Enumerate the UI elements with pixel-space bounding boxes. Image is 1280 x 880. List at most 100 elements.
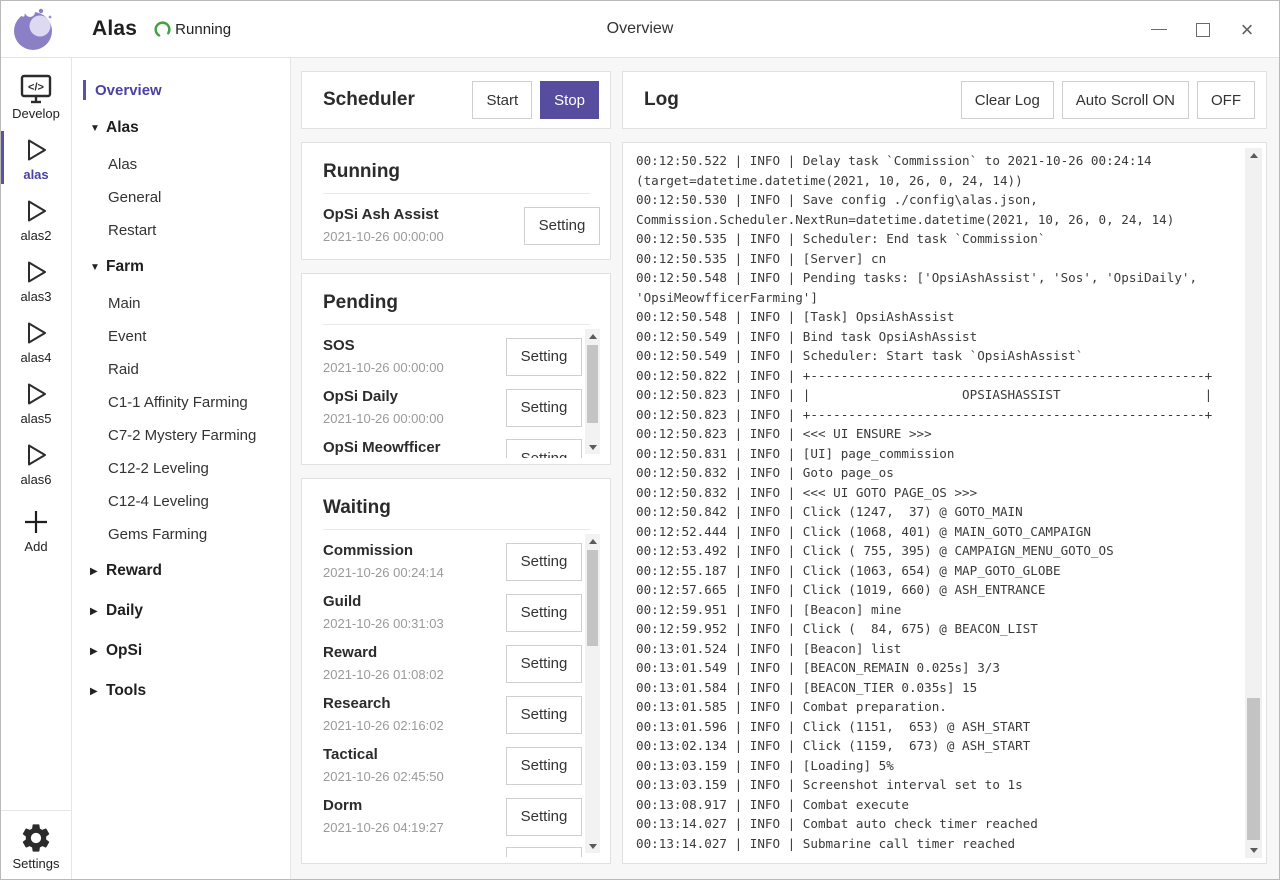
log-line: 00:12:59.952 | INFO | Click ( 84, 675) @… [636,619,1240,639]
pending-scrollbar[interactable] [585,329,600,454]
task-setting-button[interactable]: Setting [524,207,600,245]
sidebar-item-develop[interactable]: </> Develop [1,66,71,127]
sidebar-instance-alas2[interactable]: alas2 [1,188,71,249]
play-icon [20,317,52,349]
log-output[interactable]: 00:12:50.522 | INFO | Delay task `Commis… [622,142,1267,864]
nav-item-raid[interactable]: Raid [72,353,290,386]
task-name: Guild [323,592,498,612]
log-scrollbar[interactable] [1245,148,1262,858]
nav-item-main[interactable]: Main [72,287,290,320]
nav-item-overview[interactable]: Overview [72,80,290,100]
pending-list: SOS2021-10-26 00:00:00SettingOpSi Daily2… [323,325,600,458]
nav-item-alas[interactable]: Alas [72,148,290,181]
running-spinner-icon [153,20,172,39]
nav-item-restart[interactable]: Restart [72,214,290,247]
log-line: (target=datetime.datetime(2021, 10, 26, … [636,171,1240,191]
log-line: 00:12:50.530 | INFO | Save config ./conf… [636,190,1240,210]
nav-item-event[interactable]: Event [72,320,290,353]
task-info: Shop [323,856,506,857]
nav-groups: ▼AlasAlasGeneralRestart▼FarmMainEventRai… [72,108,290,711]
waiting-card: Waiting Commission2021-10-26 00:24:14Set… [301,478,611,864]
play-icon [20,378,52,410]
nav-group-label: Tools [106,682,146,700]
active-indicator [1,436,4,489]
task-setting-button[interactable]: Setting [506,798,582,836]
task-setting-button[interactable]: Setting [506,389,582,427]
maximize-button[interactable] [1181,10,1225,50]
task-row: OpSi Ash Assist2021-10-26 00:00:00Settin… [323,200,600,251]
task-time: 2021-10-26 00:31:03 [323,615,498,633]
nav-group-reward[interactable]: ▶Reward [72,551,290,591]
log-line: 00:13:03.159 | INFO | [Loading] 5% [636,756,1240,776]
waiting-scrollbar[interactable] [585,534,600,853]
task-time: 2021-10-26 00:00:00 [323,359,498,377]
autoscroll-on-button[interactable]: Auto Scroll ON [1062,81,1189,119]
log-line: 00:12:50.549 | INFO | Scheduler: Start t… [636,346,1240,366]
sidebar-instance-alas3[interactable]: alas3 [1,249,71,310]
nav-item-general[interactable]: General [72,181,290,214]
task-row: ShopSetting [323,842,582,857]
add-instance-button[interactable]: Add [1,499,71,560]
task-setting-button[interactable]: Setting [506,594,582,632]
log-line: 00:13:01.596 | INFO | Click (1151, 653) … [636,717,1240,737]
task-setting-button[interactable]: Setting [506,338,582,376]
task-row: Dorm2021-10-26 04:19:27Setting [323,791,582,842]
log-line: 00:12:50.823 | INFO | | OPSIASHASSIST | [636,385,1240,405]
gear-icon [19,821,53,855]
log-line: 00:13:14.027 | INFO | Submarine call tim… [636,834,1240,854]
sidebar-instance-alas6[interactable]: alas6 [1,432,71,493]
nav-item-c12-4-leveling[interactable]: C12-4 Leveling [72,485,290,518]
scrollbar-thumb[interactable] [587,550,598,646]
scrollbar-thumb[interactable] [587,345,598,423]
stop-button[interactable]: Stop [540,81,599,119]
task-setting-button[interactable]: Setting [506,645,582,683]
plus-icon [20,506,52,538]
clear-log-button[interactable]: Clear Log [961,81,1054,119]
scroll-up-icon [1250,153,1258,158]
log-line: 00:12:50.548 | INFO | Pending tasks: ['O… [636,268,1240,288]
task-row: Commission2021-10-26 00:24:14Setting [323,536,582,587]
nav-item-gems-farming[interactable]: Gems Farming [72,518,290,551]
minimize-button[interactable] [1137,10,1181,50]
task-row: Research2021-10-26 02:16:02Setting [323,689,582,740]
close-button[interactable]: × [1225,10,1269,50]
nav-group-daily[interactable]: ▶Daily [72,591,290,631]
task-name: OpSi Ash Assist [323,205,516,225]
sidebar-instance-alas[interactable]: alas [1,127,71,188]
task-setting-button[interactable]: Setting [506,543,582,581]
sidebar-item-settings[interactable]: Settings [1,810,71,879]
svg-text:</>: </> [28,82,44,94]
log-title: Log [644,89,961,111]
task-info: Research2021-10-26 02:16:02 [323,694,506,735]
sidebar-instance-alas5[interactable]: alas5 [1,371,71,432]
nav-group-tools[interactable]: ▶Tools [72,671,290,711]
nav-group-alas[interactable]: ▼Alas [72,108,290,148]
autoscroll-off-button[interactable]: OFF [1197,81,1255,119]
task-setting-button[interactable]: Setting [506,847,582,857]
scroll-down-icon [589,445,597,450]
nav-item-c1-1-affinity-farming[interactable]: C1-1 Affinity Farming [72,386,290,419]
instance-label: alas [23,167,48,182]
nav-group-farm[interactable]: ▼Farm [72,247,290,287]
log-line: 00:12:52.444 | INFO | Click (1068, 401) … [636,522,1240,542]
active-indicator [1,314,4,367]
nav-item-c7-2-mystery-farming[interactable]: C7-2 Mystery Farming [72,419,290,452]
task-info: Tactical2021-10-26 02:45:50 [323,745,506,786]
task-setting-button[interactable]: Setting [506,696,582,734]
log-column: Log Clear Log Auto Scroll ON OFF 00:12:5… [622,71,1267,864]
instance-list: alas alas2 alas3 alas4alas5alas6 [1,127,71,493]
task-setting-button[interactable]: Setting [506,747,582,785]
task-name: Tactical [323,745,498,765]
pending-card: Pending SOS2021-10-26 00:00:00SettingOpS… [301,273,611,465]
nav-item-c12-2-leveling[interactable]: C12-2 Leveling [72,452,290,485]
start-button[interactable]: Start [472,81,532,119]
nav-group-opsi[interactable]: ▶OpSi [72,631,290,671]
task-setting-button[interactable]: Setting [506,439,582,458]
sidebar-instance-alas4[interactable]: alas4 [1,310,71,371]
minimize-icon [1151,29,1167,30]
nav-group-label: OpSi [106,642,142,660]
scroll-up-icon [589,334,597,339]
instance-label: alas3 [20,289,51,304]
develop-icon: </> [18,73,54,105]
scrollbar-thumb[interactable] [1247,698,1260,840]
